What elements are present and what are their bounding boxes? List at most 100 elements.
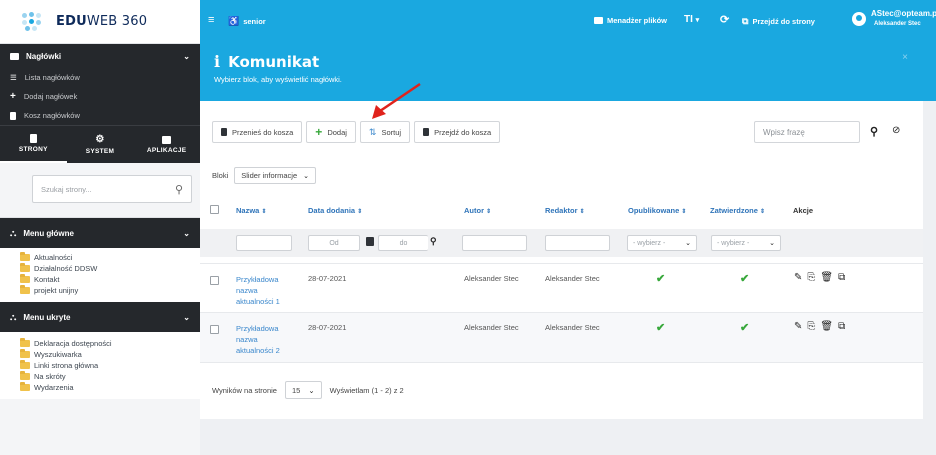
select-all-checkbox[interactable] [210,205,219,214]
col-published[interactable]: Opublikowane ⇕ [628,206,686,215]
folder-icon [20,285,30,294]
logo[interactable]: EDUWEB 360 [0,0,200,44]
sidebar-item-headers-trash[interactable]: Kosz nagłówków [0,106,200,125]
published-check-icon[interactable]: ✔ [656,321,665,334]
sort-icon: ⇅ [368,126,377,137]
menu-main-tree: Aktualności Działalność DDSW Kontakt pro… [0,248,200,302]
tree-item[interactable]: Wydarzenia [12,382,200,393]
tree-item[interactable]: Działalność DDSW [12,263,200,274]
page-title: Komunikat [228,52,320,71]
table-row: Przykładowa nazwa aktualności 2 28-07-2021… [200,313,923,363]
copy-icon[interactable]: ⎘ [807,321,815,332]
preview-icon[interactable]: ⧉ [838,321,845,332]
row-actions: ✎ ⎘ 🗑 ⧉ [794,272,845,283]
trash-icon[interactable]: 🗑 [820,272,833,283]
approved-check-icon[interactable]: ✔ [740,321,749,334]
sidebar-item-add-header[interactable]: + Dodaj nagłówek [0,87,200,106]
menu-hidden-toggle[interactable]: ⛬ Menu ukryte ⌄ [0,302,200,332]
search-icon[interactable]: ⚲ [175,183,183,196]
tree-item[interactable]: Kontakt [12,274,200,285]
filter-row: Od do ⚲ - wybierz - ⌄ - wybierz - ⌄ [200,229,923,257]
name-filter-input[interactable] [236,235,292,251]
content-card: Przenieś do kosza + Dodaj ⇅ Sortuj Przejdź… [200,82,923,419]
text-size-button[interactable]: TI ▾ [684,14,699,25]
date-from-input[interactable]: Od [308,235,360,251]
phrase-search-input[interactable]: Wpisz frazę [754,121,860,143]
tree-item[interactable]: projekt unijny [12,285,200,296]
folder-icon [20,274,30,283]
hamburger-icon[interactable]: ≡ [208,14,214,26]
folder-icon [594,17,603,24]
file-manager-link[interactable]: Menadżer plików [594,16,667,25]
tree-item[interactable]: Linki strona główna [12,360,200,371]
user-menu[interactable]: AStec@opteam.pl Aleksander Stec [852,9,936,29]
published-check-icon[interactable]: ✔ [656,272,665,285]
chevron-down-icon: ⌄ [183,312,190,322]
chevron-down-icon: ⌄ [183,51,190,61]
tree-item[interactable]: Na skróty [12,371,200,382]
table-header: Nazwa ⇕ Data dodania ⇕ Autor ⇕ Redaktor … [200,199,923,221]
tab-pages[interactable]: STRONY [0,126,67,163]
published-filter-select[interactable]: - wybierz - ⌄ [627,235,697,251]
chevron-down-icon: ⌄ [303,172,309,180]
pagination: Wyników na stronie 15 ⌄ Wyświetlam (1 - 2… [212,381,404,399]
move-to-trash-button[interactable]: Przenieś do kosza [212,121,303,143]
menu-hidden-tree: Deklaracja dostępności Wyszukiwarka Link… [0,332,200,399]
folder-icon [20,382,30,391]
refresh-icon[interactable]: ⟳ [720,13,729,26]
add-button[interactable]: + Dodaj [306,121,356,143]
folder-icon [20,263,30,272]
headers-section-toggle[interactable]: Nagłówki ⌄ [0,44,200,68]
trash-icon[interactable]: 🗑 [820,321,833,332]
sidebar: EDUWEB 360 Nagłówki ⌄ ☰ Lista nagłówków +… [0,0,200,455]
page-search-input[interactable]: Szukaj strony... ⚲ [32,175,192,203]
chevron-down-icon: ▾ [695,17,700,24]
chevron-down-icon: ⌄ [308,385,315,395]
message-panel-header: i Komunikat Wybierz blok, aby wyświetlić … [200,44,936,101]
sitemap-icon: ⛬ [10,227,17,238]
tree-item[interactable]: Aktualności [12,252,200,263]
tree-item[interactable]: Wyszukiwarka [12,349,200,360]
per-page-select[interactable]: 15 ⌄ [284,381,322,399]
preview-icon[interactable]: ⧉ [838,272,845,283]
row-checkbox[interactable] [210,276,219,285]
author-filter-input[interactable] [462,235,527,251]
approved-filter-select[interactable]: - wybierz - ⌄ [711,235,781,251]
editor-filter-input[interactable] [545,235,610,251]
tab-apps[interactable]: APLIKACJE [133,126,200,163]
date-to-input[interactable]: do [378,235,428,251]
col-date[interactable]: Data dodania ⇕ [308,206,362,215]
close-icon[interactable]: × [902,52,908,63]
col-approved[interactable]: Zatwierdzone ⇕ [710,206,765,215]
edit-icon[interactable]: ✎ [794,321,802,332]
col-name[interactable]: Nazwa ⇕ [236,206,266,215]
col-editor[interactable]: Redaktor ⇕ [545,206,585,215]
clear-filter-icon[interactable]: ⊘ [892,125,900,136]
sidebar-item-headers-list[interactable]: ☰ Lista nagłówków [0,68,200,87]
search-icon[interactable]: ⚲ [430,236,437,247]
trash-icon [10,111,16,120]
info-icon: i [214,52,221,71]
search-icon[interactable]: ⚲ [870,125,878,138]
col-author[interactable]: Autor ⇕ [464,206,491,215]
menu-main-toggle[interactable]: ⛬ Menu główne ⌄ [0,218,200,248]
calendar-icon[interactable] [366,237,374,246]
tree-item[interactable]: Deklaracja dostępności [12,338,200,349]
folder-icon [20,349,30,358]
trash-icon [221,128,227,136]
row-name-link[interactable]: Przykładowa nazwa aktualności 1 [236,274,280,307]
list-icon: ☰ [10,73,17,82]
gears-icon: ⚙ [95,134,105,145]
site-switcher[interactable]: ♿ senior [228,16,266,27]
tab-system[interactable]: ⚙ SYSTEM [67,126,134,163]
row-checkbox[interactable] [210,325,219,334]
edit-icon[interactable]: ✎ [794,272,802,283]
blocks-select[interactable]: Slider informacje ⌄ [234,167,316,184]
brand-name: EDUWEB 360 [56,14,148,29]
document-icon [29,134,37,143]
copy-icon[interactable]: ⎘ [807,272,815,283]
approved-check-icon[interactable]: ✔ [740,272,749,285]
trash-icon [423,128,430,136]
row-name-link[interactable]: Przykładowa nazwa aktualności 2 [236,323,280,356]
go-to-site-link[interactable]: ⧉ Przejdź do strony [742,16,815,27]
